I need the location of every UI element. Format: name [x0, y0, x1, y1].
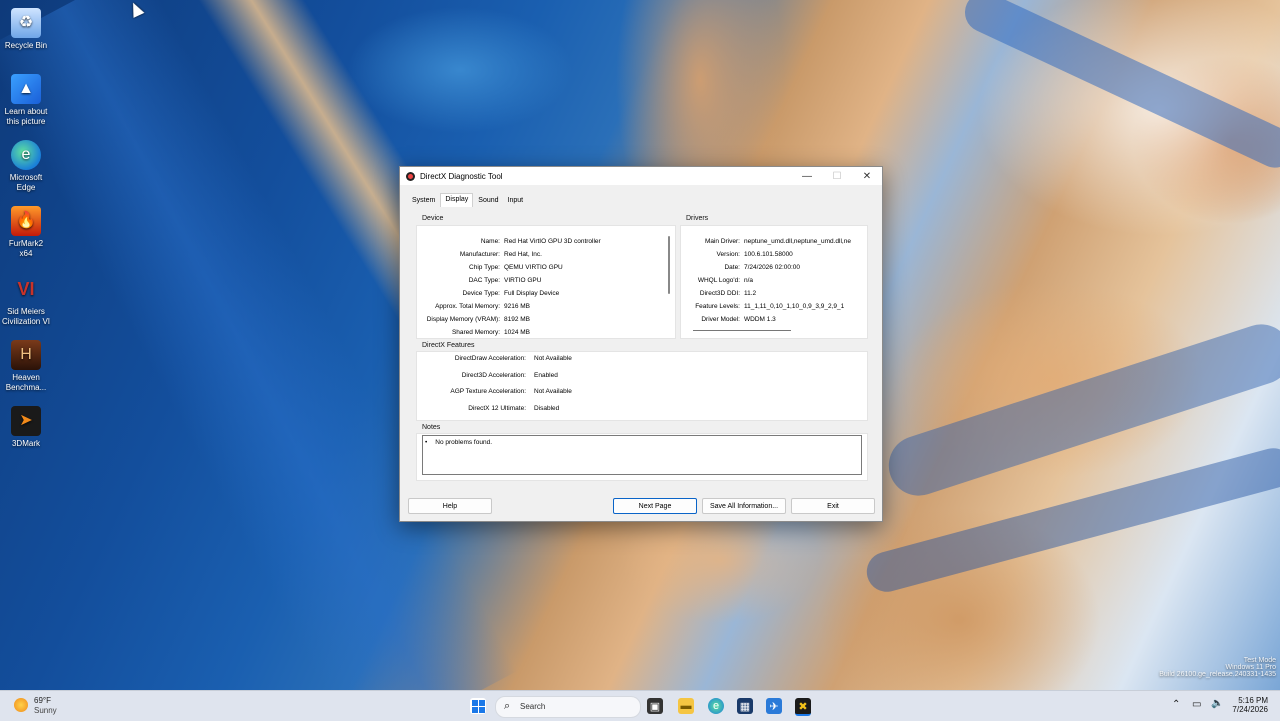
tab-strip: System Display Sound Input — [408, 193, 528, 207]
task-view-icon[interactable]: ▣ — [647, 698, 663, 714]
driver-row-whql: WHQL Logo'd: n/a — [697, 277, 754, 284]
windows-logo-icon — [471, 699, 485, 713]
driver-row-version: Version: 100.6.101.58000 — [716, 251, 793, 258]
exit-button[interactable]: Exit — [791, 498, 875, 514]
feature-row-direct3d: Direct3D Acceleration: Enabled — [461, 372, 558, 379]
volume-icon[interactable]: 🔈 — [1211, 698, 1223, 709]
driver-row-main-driver: Main Driver: neptune_umd.dll,neptune_umd.… — [704, 238, 851, 245]
taskbar-search[interactable]: ⌕ Search — [495, 696, 641, 718]
3dmark-icon: ➤ — [11, 406, 41, 436]
start-button[interactable] — [470, 698, 486, 714]
device-row-shared-memory: Shared Memory: 1024 MB — [451, 329, 531, 336]
dxdiag-window: DirectX Diagnostic Tool — ☐ ✕ System Dis… — [399, 166, 883, 522]
driver-row-feature-levels: Feature Levels: 11_1,11_0,10_1,10_0,9_3,9… — [695, 303, 845, 310]
desktop-icon-recycle-bin[interactable]: ♻ Recycle Bin — [2, 8, 50, 51]
heaven-icon: H — [11, 340, 41, 370]
device-row-dac-type: DAC Type: VIRTIO GPU — [468, 277, 542, 284]
desktop-icon-learn-about-picture[interactable]: ▲ Learn about this picture — [2, 74, 50, 127]
edge-taskbar-icon[interactable]: e — [708, 698, 724, 714]
chevron-up-icon[interactable]: ⌃ — [1172, 699, 1180, 710]
drivers-group-label: Drivers — [686, 215, 709, 222]
taskbar: 69°F Sunny ⌕ Search ▣ ▬ e ▦ ✈ ✖ ⌃ ▭ 🔈 5:… — [0, 690, 1280, 721]
device-row-device-type: Device Type: Full Display Device — [462, 290, 560, 297]
close-button[interactable]: ✕ — [852, 167, 882, 185]
desktop-icon-civilization[interactable]: VI Sid Meiers Civilization VI — [2, 274, 50, 327]
driver-row-date: Date: 7/24/2026 02:00:00 — [724, 264, 801, 271]
bullet-icon: • — [425, 439, 428, 446]
maximize-button[interactable]: ☐ — [822, 167, 852, 185]
device-row-vram: Display Memory (VRAM): 8192 MB — [426, 316, 531, 323]
desktop-icon-furmark[interactable]: 🔥 FurMark2 x64 — [2, 206, 50, 259]
dxdiag-taskbar-icon[interactable]: ✈ — [766, 698, 782, 714]
sun-icon — [14, 698, 28, 712]
furmark-icon: 🔥 — [11, 206, 41, 236]
clock-date: 7/24/2026 — [1232, 705, 1268, 714]
title-bar[interactable]: DirectX Diagnostic Tool — ☐ ✕ — [400, 167, 882, 185]
device-scrollbar[interactable] — [668, 236, 670, 294]
clock-time: 5:16 PM — [1238, 696, 1268, 705]
device-row-chip-type: Chip Type: QEMU VIRTIO GPU — [469, 264, 563, 271]
weather-temp: 69°F — [34, 696, 51, 705]
tab-display[interactable]: Display — [440, 193, 474, 207]
window-title: DirectX Diagnostic Tool — [420, 171, 503, 181]
feature-row-agp: AGP Texture Acceleration: Not Available — [450, 388, 572, 395]
drivers-hscrollbar[interactable] — [693, 330, 791, 331]
store-icon[interactable]: ▦ — [737, 698, 753, 714]
features-group-label: DirectX Features — [422, 342, 475, 349]
weather-condition: Sunny — [34, 706, 57, 715]
minimize-button[interactable]: — — [792, 167, 822, 185]
edge-icon: e — [11, 140, 41, 170]
search-icon: ⌕ — [504, 700, 511, 712]
test-mode-watermark: Test Mode Windows 11 Pro Build 26100.ge_… — [1159, 657, 1276, 678]
feature-row-dx12-ultimate: DirectX 12 Ultimate: Disabled — [468, 405, 560, 412]
clock[interactable]: 5:16 PM 7/24/2026 — [1228, 696, 1268, 714]
active-app-icon[interactable]: ✖ — [795, 698, 811, 716]
notes-group-label: Notes — [422, 424, 441, 431]
picture-info-icon: ▲ — [11, 74, 41, 104]
device-row-total-memory: Approx. Total Memory: 9216 MB — [435, 303, 531, 310]
dxdiag-app-icon — [406, 171, 415, 181]
civilization-icon: VI — [17, 279, 35, 299]
desktop-icon-heaven[interactable]: H Heaven Benchma... — [2, 340, 50, 393]
driver-row-driver-model: Driver Model: WDDM 1.3 — [701, 316, 776, 323]
desktop-icon-3dmark[interactable]: ➤ 3DMark — [2, 406, 50, 449]
notes-textbox[interactable]: • No problems found. — [422, 435, 862, 475]
tab-sound[interactable]: Sound — [474, 195, 502, 207]
file-explorer-icon[interactable]: ▬ — [678, 698, 694, 714]
tab-system[interactable]: System — [408, 195, 439, 207]
next-page-button[interactable]: Next Page — [613, 498, 697, 514]
help-button[interactable]: Help — [408, 498, 492, 514]
device-group-label: Device — [422, 215, 444, 222]
network-icon[interactable]: ▭ — [1192, 699, 1201, 710]
save-all-information-button[interactable]: Save All Information... — [702, 498, 786, 514]
tab-input[interactable]: Input — [504, 195, 528, 207]
device-row-name: Name: Red Hat VirtIO GPU 3D controller — [480, 238, 601, 245]
feature-row-directdraw: DirectDraw Acceleration: Not Available — [454, 355, 572, 362]
notes-item: • No problems found. — [425, 439, 493, 446]
recycle-bin-icon: ♻ — [11, 8, 41, 38]
desktop-icon-edge[interactable]: e Microsoft Edge — [2, 140, 50, 193]
device-row-manufacturer: Manufacturer: Red Hat, Inc. — [459, 251, 542, 258]
driver-row-d3d-ddi: Direct3D DDI: 11.2 — [699, 290, 757, 297]
